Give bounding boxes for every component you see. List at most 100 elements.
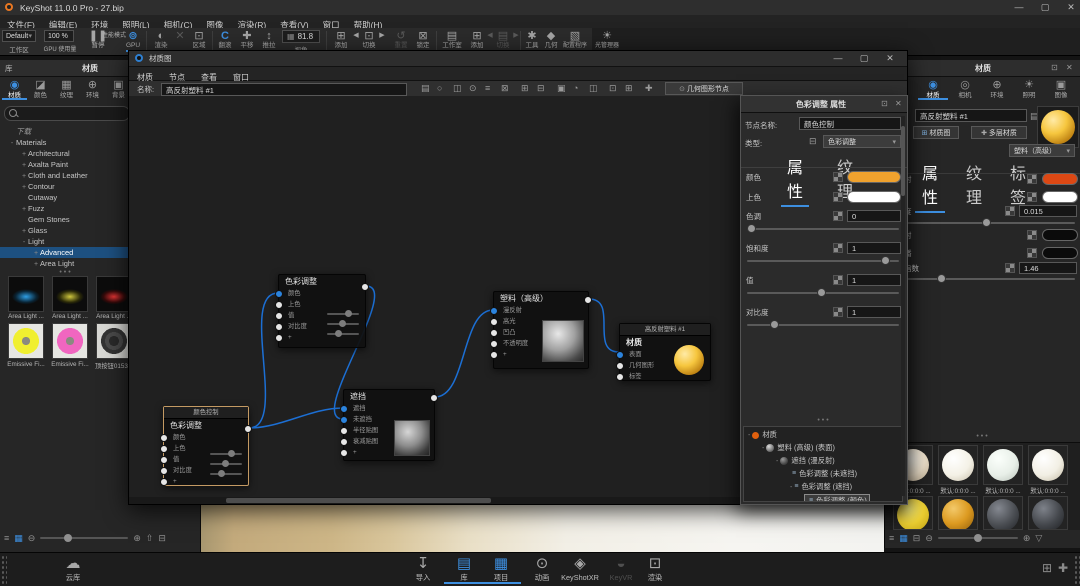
- material-graph-button[interactable]: ⊞ 材质图: [913, 126, 959, 139]
- saturation-value[interactable]: 1: [847, 242, 901, 254]
- input-port-dot[interactable]: [490, 340, 498, 348]
- tree-expander[interactable]: +: [32, 248, 40, 258]
- specular-swatch[interactable]: [1042, 191, 1078, 203]
- library-tree-item[interactable]: Gem Stones: [0, 214, 128, 225]
- zoom-out-icon[interactable]: ⊖: [28, 533, 36, 544]
- project-tab-lighting[interactable]: ☀照明: [1014, 79, 1044, 100]
- library-tree-item[interactable]: +Contour: [0, 181, 128, 192]
- materials-list-icon[interactable]: ◫: [589, 83, 598, 94]
- material-type-select[interactable]: 塑料（高级）▾: [1009, 144, 1075, 157]
- tree-expander[interactable]: +: [20, 171, 28, 181]
- close-panel-icon[interactable]: ✕: [895, 99, 902, 108]
- light-transmission-swatch[interactable]: [1042, 247, 1078, 259]
- tree-expander[interactable]: -: [8, 138, 16, 148]
- library-tree-item[interactable]: +Glass: [0, 225, 128, 236]
- studio-switch-button[interactable]: ▤切换: [492, 30, 514, 50]
- graph-material-name-input[interactable]: 高反射塑料 #1: [161, 83, 407, 96]
- tree-row-adjust-occluded[interactable]: -≡色彩调整 (遮挡): [790, 481, 852, 493]
- texture-map-icon[interactable]: [833, 307, 843, 317]
- input-port-dot[interactable]: [275, 334, 283, 342]
- project-tab-image[interactable]: ▣图像: [1046, 79, 1076, 100]
- props-header[interactable]: 色彩调整 属性 ⊡ ✕: [741, 96, 907, 113]
- save-icon[interactable]: ▤: [421, 83, 430, 94]
- input-port-dot[interactable]: [275, 301, 283, 309]
- scene-material-thumb[interactable]: [987, 449, 1019, 481]
- library-tab-environments[interactable]: ⊕环境: [80, 79, 105, 100]
- input-port-dot[interactable]: [490, 329, 498, 337]
- roughness-slider[interactable]: [889, 222, 1075, 224]
- drag-handle[interactable]: [1074, 555, 1080, 585]
- scene-material-thumb[interactable]: [942, 449, 974, 481]
- input-port-dot[interactable]: [490, 318, 498, 326]
- copy-icon[interactable]: ⊞: [521, 83, 529, 94]
- input-port-dot[interactable]: [160, 467, 168, 475]
- input-port-dot[interactable]: [160, 445, 168, 453]
- material-name-input[interactable]: 高反射塑料 #1: [915, 109, 1027, 122]
- tumble-button[interactable]: C翻滚: [214, 30, 236, 50]
- input-port-dot[interactable]: [616, 362, 624, 370]
- close-button[interactable]: ✕: [1062, 2, 1080, 13]
- float-panel-icon[interactable]: ⊡: [881, 99, 888, 108]
- delete-icon[interactable]: ⊟: [537, 83, 545, 94]
- scene-material-thumb[interactable]: [1032, 499, 1064, 530]
- tree-expander[interactable]: +: [20, 204, 28, 214]
- tree-expander[interactable]: +: [20, 149, 28, 159]
- texture-map-icon[interactable]: [1027, 192, 1037, 202]
- input-port-dot[interactable]: [340, 405, 348, 413]
- configurator-button[interactable]: ▧配置程序: [560, 30, 590, 50]
- library-tab-colors[interactable]: ◪颜色: [28, 79, 53, 100]
- upload-icon[interactable]: ⇧: [146, 533, 154, 544]
- performance-mode-button[interactable]: 性能模式: [102, 33, 126, 40]
- dock-project[interactable]: ▦项目: [481, 555, 521, 582]
- texture-map-icon[interactable]: [833, 172, 843, 182]
- input-port-dot[interactable]: [275, 323, 283, 331]
- thumbnails-toggle-icon[interactable]: ◫: [453, 83, 462, 94]
- presentation-mode-icon[interactable]: ⊞: [1042, 561, 1052, 575]
- studio-button[interactable]: ▤工作室: [438, 30, 466, 50]
- project-tab-camera[interactable]: ◎相机: [950, 79, 980, 100]
- graph-maximize-button[interactable]: ▢: [855, 51, 873, 66]
- value-slider[interactable]: [747, 292, 899, 294]
- material-thumbnail[interactable]: [52, 276, 88, 312]
- library-tree-item[interactable]: +Advanced: [0, 247, 128, 258]
- texture-map-icon[interactable]: [1027, 248, 1037, 258]
- input-port-dot[interactable]: [616, 351, 624, 359]
- camera-add-button[interactable]: ⊞添加: [330, 30, 352, 50]
- input-port-dot[interactable]: [160, 456, 168, 464]
- maximize-button[interactable]: ▢: [1036, 2, 1054, 13]
- delete-node-icon[interactable]: ⊟: [809, 136, 817, 147]
- tree-row-plastic[interactable]: -塑料 (高级) (表面): [762, 442, 835, 454]
- library-tree-item[interactable]: Cutaway: [0, 192, 128, 203]
- cloud-library-button[interactable]: ☁云库: [53, 555, 93, 582]
- fit-view-icon[interactable]: ⊡: [609, 83, 617, 94]
- filter-icon[interactable]: ▽: [1035, 533, 1042, 544]
- library-tree-item[interactable]: -Materials: [0, 137, 128, 148]
- node-name-input[interactable]: 颜色控制: [799, 117, 901, 130]
- hue-value[interactable]: 0: [847, 210, 901, 222]
- material-thumbnail[interactable]: [96, 323, 132, 359]
- material-thumbnail[interactable]: [8, 323, 44, 359]
- pan-button[interactable]: ✚平移: [236, 30, 258, 50]
- grid-view-icon[interactable]: ▦: [14, 533, 23, 544]
- graph-titlebar[interactable]: 材质图 — ▢ ✕: [129, 51, 907, 67]
- project-subtab-properties[interactable]: 属性: [915, 160, 945, 213]
- texture-map-icon[interactable]: [833, 275, 843, 285]
- tree-expander[interactable]: +: [32, 259, 40, 269]
- denoise-button[interactable]: ✕: [172, 30, 188, 42]
- library-tree-item[interactable]: +Area Light: [0, 258, 128, 269]
- dolly-button[interactable]: ↕推拉: [258, 30, 280, 50]
- crosshair-icon[interactable]: ✚: [1058, 561, 1068, 575]
- zoom-in-icon[interactable]: ⊕: [133, 533, 141, 544]
- geometry-button[interactable]: ◆几何: [541, 30, 561, 50]
- screenshot-icon[interactable]: ▣: [557, 83, 566, 94]
- input-port-dot[interactable]: [340, 438, 348, 446]
- list-view-icon[interactable]: ≡: [889, 533, 894, 543]
- output-port-dot[interactable]: [430, 394, 438, 402]
- list-view-icon[interactable]: ≡: [4, 533, 9, 543]
- lock-icon[interactable]: ⊠: [501, 83, 509, 94]
- color-swatch[interactable]: [847, 171, 901, 183]
- render-mode-button[interactable]: ◐渲染: [150, 30, 172, 50]
- node-port-row[interactable]: 遮挡: [344, 403, 434, 414]
- fov-field[interactable]: ▦81.8: [282, 30, 320, 43]
- output-port-dot[interactable]: [361, 283, 369, 291]
